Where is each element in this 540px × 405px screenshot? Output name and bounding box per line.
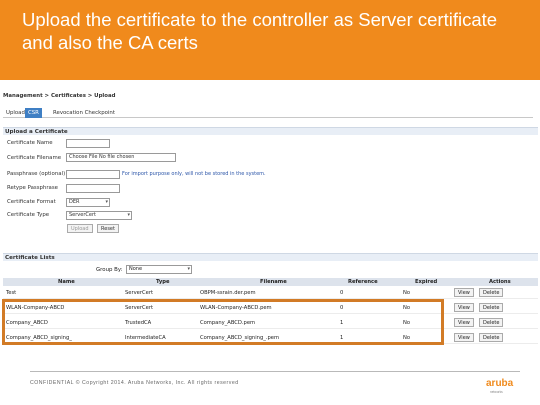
slide-title: Upload the certificate to the controller… — [22, 9, 498, 53]
logo-word: aruba — [486, 378, 514, 389]
logo-subtitle: networks — [490, 390, 503, 394]
column-header-actions: Actions — [489, 279, 511, 285]
group-by-value: None — [129, 266, 143, 272]
reset-button[interactable]: Reset — [97, 224, 119, 233]
view-button[interactable]: View — [454, 288, 474, 297]
cert-type: ServerCert — [125, 290, 153, 296]
cert-expired: No — [403, 290, 411, 296]
tab-bar: Upload CSR Revocation Checkpoint — [3, 107, 533, 118]
column-header-name[interactable]: Name — [58, 279, 75, 285]
delete-button[interactable]: Delete — [479, 318, 504, 327]
upload-section-title: Upload a Certificate — [3, 127, 538, 135]
certificate-format-value: DER — [69, 199, 80, 205]
breadcrumb: Management > Certificates > Upload — [3, 93, 116, 99]
certificate-filename-label: Certificate Filename — [7, 155, 62, 161]
group-by-label: Group By: — [96, 267, 123, 273]
retype-passphrase-input[interactable] — [66, 184, 120, 193]
tab-csr[interactable]: CSR — [25, 108, 42, 118]
chevron-down-icon: ▾ — [187, 266, 190, 272]
highlight-box — [2, 299, 444, 345]
passphrase-label: Passphrase (optional) — [7, 171, 66, 177]
certificate-lists-title: Certificate Lists — [3, 253, 538, 261]
certificate-table-header: Name Type Filename Reference Expired Act… — [3, 278, 538, 286]
delete-button[interactable]: Delete — [479, 303, 504, 312]
certificate-format-select[interactable]: DER ▾ — [66, 198, 110, 207]
cert-filename: OBPM-ssrain.der.pem — [200, 290, 256, 296]
controller-ui-screenshot: Management > Certificates > Upload Uploa… — [0, 88, 540, 360]
cert-name: Test — [6, 290, 17, 296]
certificate-type-label: Certificate Type — [7, 212, 50, 218]
certificate-type-value: ServerCert — [69, 212, 96, 218]
certificate-type-select[interactable]: ServerCert ▾ — [66, 211, 132, 220]
certificate-name-input[interactable] — [66, 139, 110, 148]
view-button[interactable]: View — [454, 333, 474, 342]
slide-header: Upload the certificate to the controller… — [0, 0, 540, 80]
table-row: Test ServerCert OBPM-ssrain.der.pem 0 No… — [3, 287, 538, 299]
aruba-logo: aruba networks — [486, 378, 526, 398]
upload-button[interactable]: Upload — [67, 224, 93, 233]
delete-button[interactable]: Delete — [479, 333, 504, 342]
chevron-down-icon: ▾ — [105, 199, 108, 205]
retype-passphrase-label: Retype Passphrase — [7, 185, 58, 191]
view-button[interactable]: View — [454, 303, 474, 312]
passphrase-hint: For import purpose only, will not be sto… — [122, 171, 266, 177]
certificate-format-label: Certificate Format — [7, 199, 56, 205]
column-header-reference[interactable]: Reference — [348, 279, 378, 285]
cert-reference: 0 — [340, 290, 344, 296]
view-button[interactable]: View — [454, 318, 474, 327]
certificate-name-label: Certificate Name — [7, 140, 53, 146]
certificate-file-chooser[interactable]: Choose File No file chosen — [66, 153, 176, 162]
column-header-filename[interactable]: Filename — [260, 279, 287, 285]
passphrase-input[interactable] — [66, 170, 120, 179]
group-by-select[interactable]: None ▾ — [126, 265, 192, 274]
column-header-type[interactable]: Type — [156, 279, 170, 285]
footer-divider — [30, 371, 520, 372]
column-header-expired[interactable]: Expired — [415, 279, 437, 285]
delete-button[interactable]: Delete — [479, 288, 504, 297]
tab-revocation-checkpoint[interactable]: Revocation Checkpoint — [50, 108, 118, 118]
footer-copyright: CONFIDENTIAL © Copyright 2014. Aruba Net… — [30, 380, 239, 386]
chevron-down-icon: ▾ — [127, 212, 130, 218]
